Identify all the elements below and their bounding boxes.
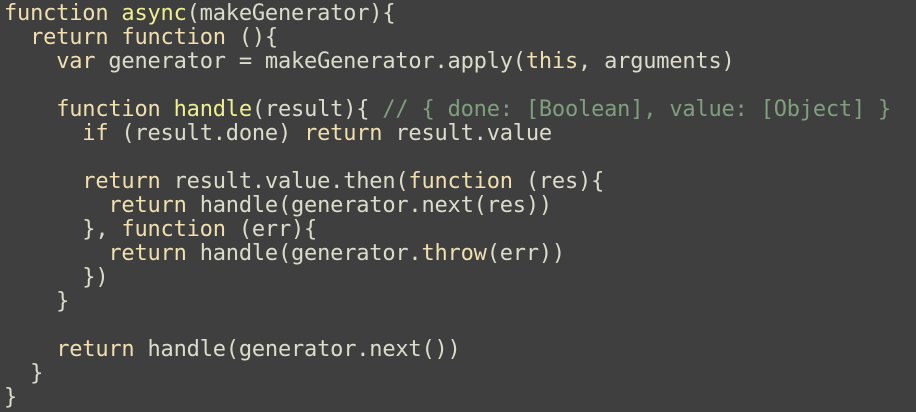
code-text-token: generator = makeGenerator.apply( xyxy=(95,49,526,74)
keyword-token: throw xyxy=(421,241,487,266)
keyword-token: function xyxy=(56,97,161,122)
code-line: return handle(generator.throw(err)) xyxy=(4,242,916,266)
code-line: function handle(result){ // { done: [Boo… xyxy=(4,98,916,122)
code-text-token: result.value xyxy=(382,121,552,146)
function-name-token: handle xyxy=(173,97,252,122)
code-text-token: } xyxy=(4,385,18,410)
keyword-token: if xyxy=(82,121,109,146)
keyword-token: function xyxy=(408,169,513,194)
code-viewer: function async(makeGenerator){ return fu… xyxy=(0,0,916,412)
code-text-token: handle(generator.next()) xyxy=(134,337,461,362)
code-text-token: (result){ xyxy=(251,97,383,122)
code-line: return function (){ xyxy=(4,26,916,50)
code-line: } xyxy=(4,362,916,386)
code-line: function async(makeGenerator){ xyxy=(4,2,916,26)
comment-token: // { done: [Boolean], value: [Object] } xyxy=(382,97,892,122)
keyword-token: this xyxy=(525,49,579,74)
code-line: return handle(generator.next(res)) xyxy=(4,194,916,218)
keyword-token: return xyxy=(56,337,135,362)
code-text-token: }, xyxy=(4,217,122,242)
code-text-token: (err)) xyxy=(486,241,565,266)
code-line: return result.value.then(function (res){ xyxy=(4,170,916,194)
code-line: } xyxy=(4,290,916,314)
code-line: if (result.done) return result.value xyxy=(4,122,916,146)
code-text-token: (result.done) xyxy=(108,121,305,146)
code-text-token: }) xyxy=(4,265,109,290)
keyword-token: return xyxy=(30,25,109,50)
code-text-token: } xyxy=(4,289,70,314)
code-line: }, function (err){ xyxy=(4,218,916,242)
function-name-token: async xyxy=(121,1,187,26)
code-block[interactable]: function async(makeGenerator){ return fu… xyxy=(4,2,916,410)
code-line: } xyxy=(4,386,916,410)
keyword-token: function xyxy=(121,25,226,50)
code-line: var generator = makeGenerator.apply(this… xyxy=(4,50,916,74)
code-text-token: (){ xyxy=(225,25,278,50)
keyword-token: function xyxy=(121,217,226,242)
code-text-token: } xyxy=(4,361,44,386)
code-text-token: handle(generator. xyxy=(186,241,422,266)
keyword-token: return xyxy=(82,169,161,194)
keyword-token: return xyxy=(304,121,383,146)
code-text-token: (err){ xyxy=(225,217,318,242)
code-text-token: (res){ xyxy=(512,169,605,194)
code-text-token: , arguments) xyxy=(578,49,735,74)
code-line: return handle(generator.next()) xyxy=(4,338,916,362)
code-text-token: handle(generator.next(res)) xyxy=(186,193,552,218)
keyword-token: return xyxy=(108,241,187,266)
code-text-token: (makeGenerator){ xyxy=(186,1,396,26)
keyword-token: var xyxy=(56,49,96,74)
code-text-token: result.value.then( xyxy=(160,169,409,194)
keyword-token: function xyxy=(4,1,122,26)
code-line: }) xyxy=(4,266,916,290)
keyword-token: return xyxy=(108,193,187,218)
